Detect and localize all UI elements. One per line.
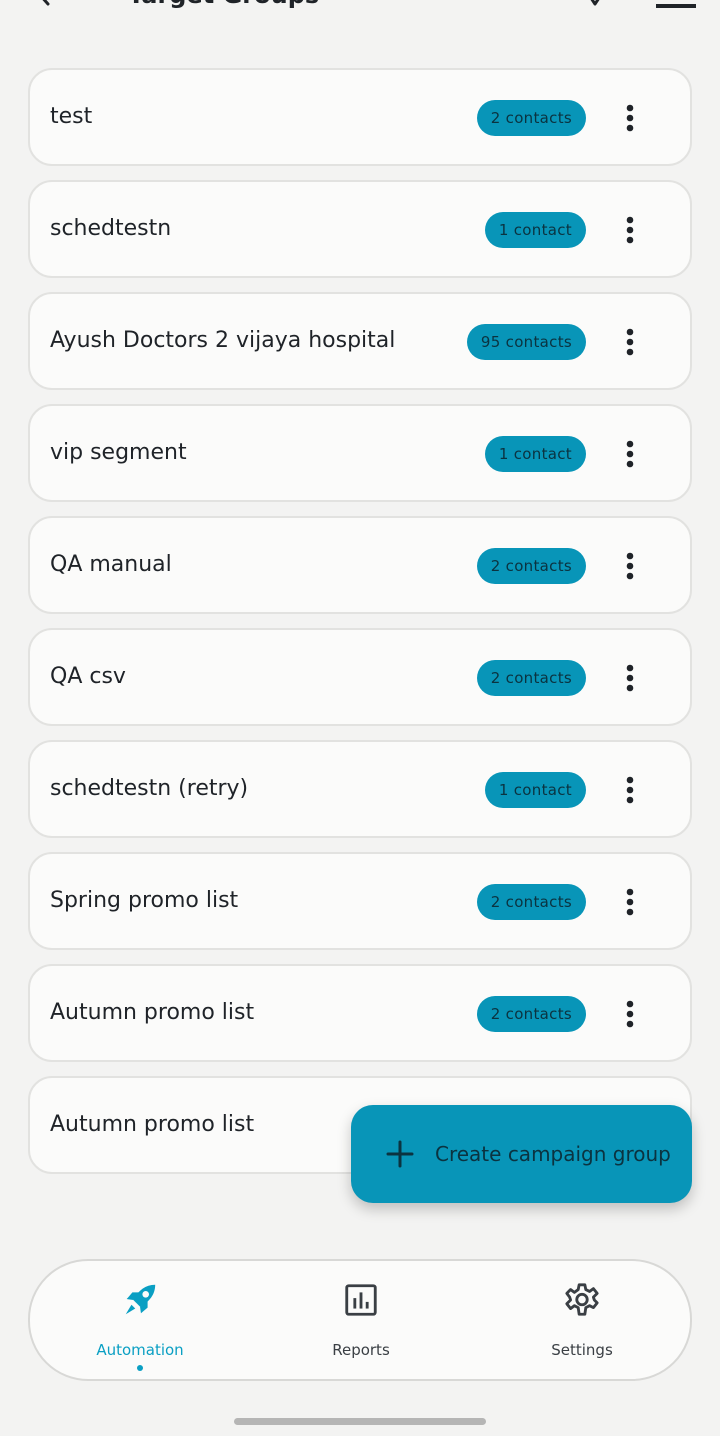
more-options-button[interactable] bbox=[618, 100, 642, 136]
menu-icon[interactable] bbox=[654, 0, 698, 10]
group-name: QA manual bbox=[50, 552, 172, 577]
group-name: test bbox=[50, 104, 93, 129]
more-options-button[interactable] bbox=[618, 660, 642, 696]
contact-count-badge: 2 contacts bbox=[476, 996, 586, 1032]
more-options-button[interactable] bbox=[618, 884, 642, 920]
back-arrow-icon[interactable] bbox=[32, 0, 58, 8]
group-name: Ayush Doctors 2 vijaya hospital bbox=[50, 328, 396, 353]
group-card[interactable]: QA manual 2 contacts bbox=[28, 516, 692, 614]
more-vert-icon bbox=[626, 440, 634, 468]
nav-item-reports[interactable]: Reports bbox=[261, 1261, 461, 1379]
more-options-button[interactable] bbox=[618, 436, 642, 472]
plus-icon bbox=[386, 1140, 414, 1168]
more-options-button[interactable] bbox=[618, 548, 642, 584]
group-name: Autumn promo list bbox=[50, 1000, 255, 1025]
group-card[interactable]: Autumn promo list 2 contacts bbox=[28, 964, 692, 1062]
nav-label: Reports bbox=[332, 1341, 390, 1359]
group-name: QA csv bbox=[50, 664, 126, 689]
group-card[interactable]: Ayush Doctors 2 vijaya hospital 95 conta… bbox=[28, 292, 692, 390]
app-header: Target Groups bbox=[0, 0, 720, 22]
more-options-button[interactable] bbox=[618, 212, 642, 248]
group-card[interactable]: test 2 contacts bbox=[28, 68, 692, 166]
group-card[interactable]: schedtestn (retry) 1 contact bbox=[28, 740, 692, 838]
more-vert-icon bbox=[626, 1000, 634, 1028]
contact-count-badge: 95 contacts bbox=[466, 324, 586, 360]
more-options-button[interactable] bbox=[618, 772, 642, 808]
contact-count-badge: 2 contacts bbox=[476, 548, 586, 584]
group-name: schedtestn (retry) bbox=[50, 776, 249, 801]
group-name: vip segment bbox=[50, 440, 187, 465]
home-indicator bbox=[234, 1418, 486, 1425]
bottom-navigation: Automation Reports Settings bbox=[28, 1259, 692, 1381]
contact-count-badge: 1 contact bbox=[484, 772, 586, 808]
rocket-icon bbox=[125, 1284, 156, 1315]
contact-count-badge: 1 contact bbox=[484, 436, 586, 472]
group-name: Autumn promo list bbox=[50, 1112, 255, 1137]
fab-label: Create campaign group bbox=[435, 1142, 671, 1166]
group-card[interactable]: Spring promo list 2 contacts bbox=[28, 852, 692, 950]
bar-chart-icon bbox=[345, 1284, 377, 1316]
page-title: Target Groups bbox=[128, 0, 319, 8]
contact-count-badge: 2 contacts bbox=[476, 884, 586, 920]
more-options-button[interactable] bbox=[618, 324, 642, 360]
group-card[interactable]: schedtestn 1 contact bbox=[28, 180, 692, 278]
nav-item-automation[interactable]: Automation bbox=[40, 1261, 240, 1379]
more-vert-icon bbox=[626, 776, 634, 804]
group-name: schedtestn bbox=[50, 216, 172, 241]
more-vert-icon bbox=[626, 552, 634, 580]
group-card[interactable]: vip segment 1 contact bbox=[28, 404, 692, 502]
target-group-list: test 2 contacts schedtestn 1 contact Ayu… bbox=[28, 68, 692, 1188]
contact-count-badge: 2 contacts bbox=[476, 100, 586, 136]
more-vert-icon bbox=[626, 664, 634, 692]
more-options-button[interactable] bbox=[618, 996, 642, 1032]
filter-icon[interactable] bbox=[580, 0, 610, 12]
contact-count-badge: 1 contact bbox=[484, 212, 586, 248]
gear-icon bbox=[565, 1283, 599, 1316]
more-vert-icon bbox=[626, 216, 634, 244]
group-name: Spring promo list bbox=[50, 888, 239, 913]
create-campaign-group-button[interactable]: Create campaign group bbox=[351, 1105, 692, 1203]
active-indicator-dot bbox=[137, 1365, 143, 1371]
nav-item-settings[interactable]: Settings bbox=[482, 1261, 682, 1379]
more-vert-icon bbox=[626, 888, 634, 916]
contact-count-badge: 2 contacts bbox=[476, 660, 586, 696]
nav-label: Settings bbox=[551, 1341, 613, 1359]
nav-label: Automation bbox=[96, 1341, 184, 1359]
group-card[interactable]: QA csv 2 contacts bbox=[28, 628, 692, 726]
more-vert-icon bbox=[626, 328, 634, 356]
more-vert-icon bbox=[626, 104, 634, 132]
